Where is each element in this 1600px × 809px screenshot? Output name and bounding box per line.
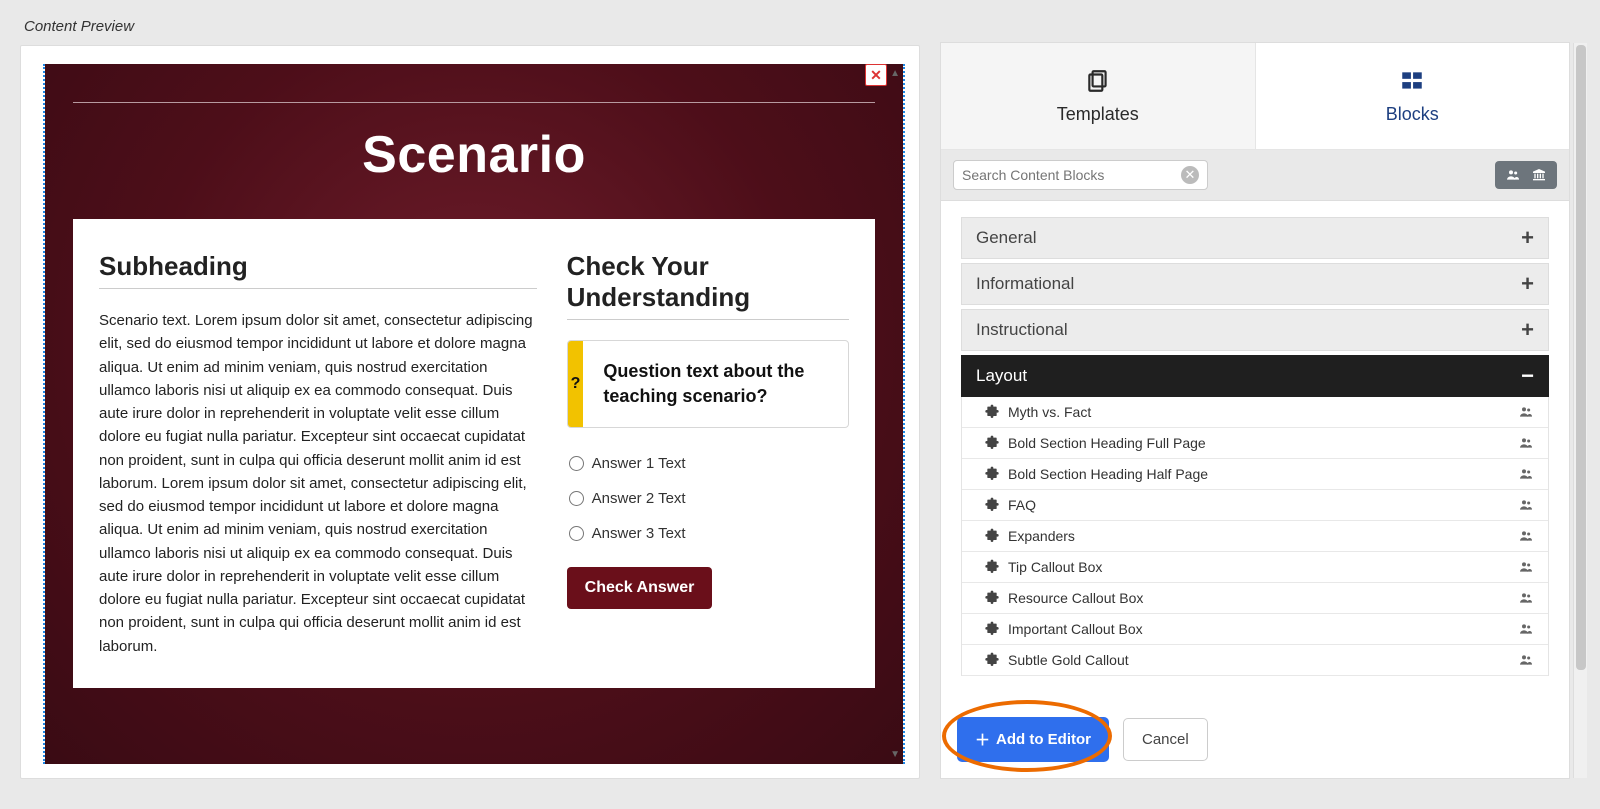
answers-group: Answer 1 Text Answer 2 Text Answer 3 Tex… xyxy=(567,446,849,551)
answer-radio-2[interactable] xyxy=(569,491,584,506)
accordion-informational[interactable]: Informational + xyxy=(961,263,1549,305)
search-input[interactable] xyxy=(962,167,1181,183)
layout-item[interactable]: Expanders xyxy=(962,521,1548,552)
layout-item[interactable]: Bold Section Heading Half Page xyxy=(962,459,1548,490)
answer-option-1[interactable]: Answer 1 Text xyxy=(567,446,849,481)
scroll-down-marker[interactable]: ▼ xyxy=(890,749,900,760)
check-answer-button[interactable]: Check Answer xyxy=(567,567,713,609)
answer-radio-1[interactable] xyxy=(569,456,584,471)
puzzle-icon xyxy=(984,652,1000,668)
tab-label: Templates xyxy=(1057,104,1139,125)
layout-item[interactable]: Subtle Gold Callout xyxy=(962,645,1548,676)
question-box: ? Question text about the teaching scena… xyxy=(567,340,849,428)
question-mark-icon: ? xyxy=(568,341,584,427)
answer-label: Answer 3 Text xyxy=(592,525,686,542)
search-box[interactable]: ✕ xyxy=(953,160,1208,190)
users-icon xyxy=(1518,435,1534,451)
remove-block-button[interactable]: ✕ xyxy=(865,64,887,86)
answer-radio-3[interactable] xyxy=(569,526,584,541)
institution-icon xyxy=(1531,167,1547,183)
layout-item-label: Bold Section Heading Full Page xyxy=(1008,435,1206,451)
layout-item[interactable]: Tip Callout Box xyxy=(962,552,1548,583)
question-text: Question text about the teaching scenari… xyxy=(583,341,848,427)
accordion-label: Informational xyxy=(976,274,1074,294)
plus-icon: + xyxy=(1521,273,1534,295)
search-row: ✕ xyxy=(941,150,1569,201)
layout-item[interactable]: Important Callout Box xyxy=(962,614,1548,645)
preview-selection-frame: ✕ ▲ ▼ Scenario Subheading Scenario text.… xyxy=(43,64,905,764)
answer-label: Answer 2 Text xyxy=(592,490,686,507)
puzzle-icon xyxy=(984,528,1000,544)
layout-item-label: FAQ xyxy=(1008,497,1036,513)
users-icon xyxy=(1518,621,1534,637)
minus-icon: − xyxy=(1521,365,1534,387)
puzzle-icon xyxy=(984,497,1000,513)
plus-icon: + xyxy=(1521,319,1534,341)
layout-item-label: Bold Section Heading Half Page xyxy=(1008,466,1208,482)
answer-option-2[interactable]: Answer 2 Text xyxy=(567,481,849,516)
content-preview-label: Content Preview xyxy=(20,10,920,45)
puzzle-icon xyxy=(984,590,1000,606)
sidebar-card: Templates Blocks ✕ xyxy=(940,42,1570,779)
users-icon xyxy=(1518,559,1534,575)
layout-item-label: Expanders xyxy=(1008,528,1075,544)
tab-blocks[interactable]: Blocks xyxy=(1255,43,1570,149)
users-icon xyxy=(1518,528,1534,544)
sidebar-tabs: Templates Blocks xyxy=(941,43,1569,150)
layout-item[interactable]: FAQ xyxy=(962,490,1548,521)
block-list: General + Informational + Instructional … xyxy=(941,201,1569,714)
users-icon xyxy=(1518,652,1534,668)
layout-item[interactable]: Bold Section Heading Full Page xyxy=(962,428,1548,459)
action-row: ＋ Add to Editor Cancel xyxy=(957,717,1208,762)
layout-item-label: Important Callout Box xyxy=(1008,621,1143,637)
scenario-block: Scenario Subheading Scenario text. Lorem… xyxy=(45,64,903,764)
check-heading: Check Your Understanding xyxy=(567,251,849,320)
grid-icon xyxy=(1399,67,1425,94)
accordion-label: Layout xyxy=(976,366,1027,386)
puzzle-icon xyxy=(984,621,1000,637)
layout-item-label: Resource Callout Box xyxy=(1008,590,1143,606)
subheading: Subheading xyxy=(99,251,537,289)
tab-label: Blocks xyxy=(1386,104,1439,125)
divider xyxy=(73,102,875,103)
puzzle-icon xyxy=(984,559,1000,575)
layout-item-label: Tip Callout Box xyxy=(1008,559,1102,575)
accordion-general[interactable]: General + xyxy=(961,217,1549,259)
accordion-layout[interactable]: Layout − xyxy=(961,355,1549,397)
users-icon xyxy=(1518,404,1534,420)
users-icon xyxy=(1518,497,1534,513)
sidebar-scrollbar[interactable] xyxy=(1573,43,1587,778)
preview-card: ✕ ▲ ▼ Scenario Subheading Scenario text.… xyxy=(20,45,920,779)
scroll-up-marker[interactable]: ▲ xyxy=(890,68,900,79)
layout-item-label: Myth vs. Fact xyxy=(1008,404,1091,420)
plus-icon: + xyxy=(1521,227,1534,249)
add-button-label: Add to Editor xyxy=(996,731,1091,748)
layout-item-label: Subtle Gold Callout xyxy=(1008,652,1129,668)
accordion-instructional[interactable]: Instructional + xyxy=(961,309,1549,351)
scenario-body-text: Scenario text. Lorem ipsum dolor sit ame… xyxy=(99,309,537,658)
accordion-label: General xyxy=(976,228,1036,248)
layout-item[interactable]: Resource Callout Box xyxy=(962,583,1548,614)
scenario-title: Scenario xyxy=(73,125,875,185)
puzzle-icon xyxy=(984,466,1000,482)
plus-icon: ＋ xyxy=(975,729,990,750)
answer-label: Answer 1 Text xyxy=(592,455,686,472)
users-icon xyxy=(1518,466,1534,482)
layout-items-container: Myth vs. Fact Bold Section Heading Full P… xyxy=(961,397,1549,676)
filter-buttons[interactable] xyxy=(1495,161,1557,189)
users-icon xyxy=(1505,167,1521,183)
cancel-button[interactable]: Cancel xyxy=(1123,718,1208,761)
accordion-label: Instructional xyxy=(976,320,1068,340)
puzzle-icon xyxy=(984,404,1000,420)
layout-item[interactable]: Myth vs. Fact xyxy=(962,397,1548,428)
scenario-panel: Subheading Scenario text. Lorem ipsum do… xyxy=(73,219,875,688)
tab-templates[interactable]: Templates xyxy=(941,43,1255,149)
add-to-editor-button[interactable]: ＋ Add to Editor xyxy=(957,717,1109,762)
puzzle-icon xyxy=(984,435,1000,451)
copy-icon xyxy=(1085,67,1111,94)
clear-search-icon[interactable]: ✕ xyxy=(1181,166,1199,184)
answer-option-3[interactable]: Answer 3 Text xyxy=(567,516,849,551)
users-icon xyxy=(1518,590,1534,606)
